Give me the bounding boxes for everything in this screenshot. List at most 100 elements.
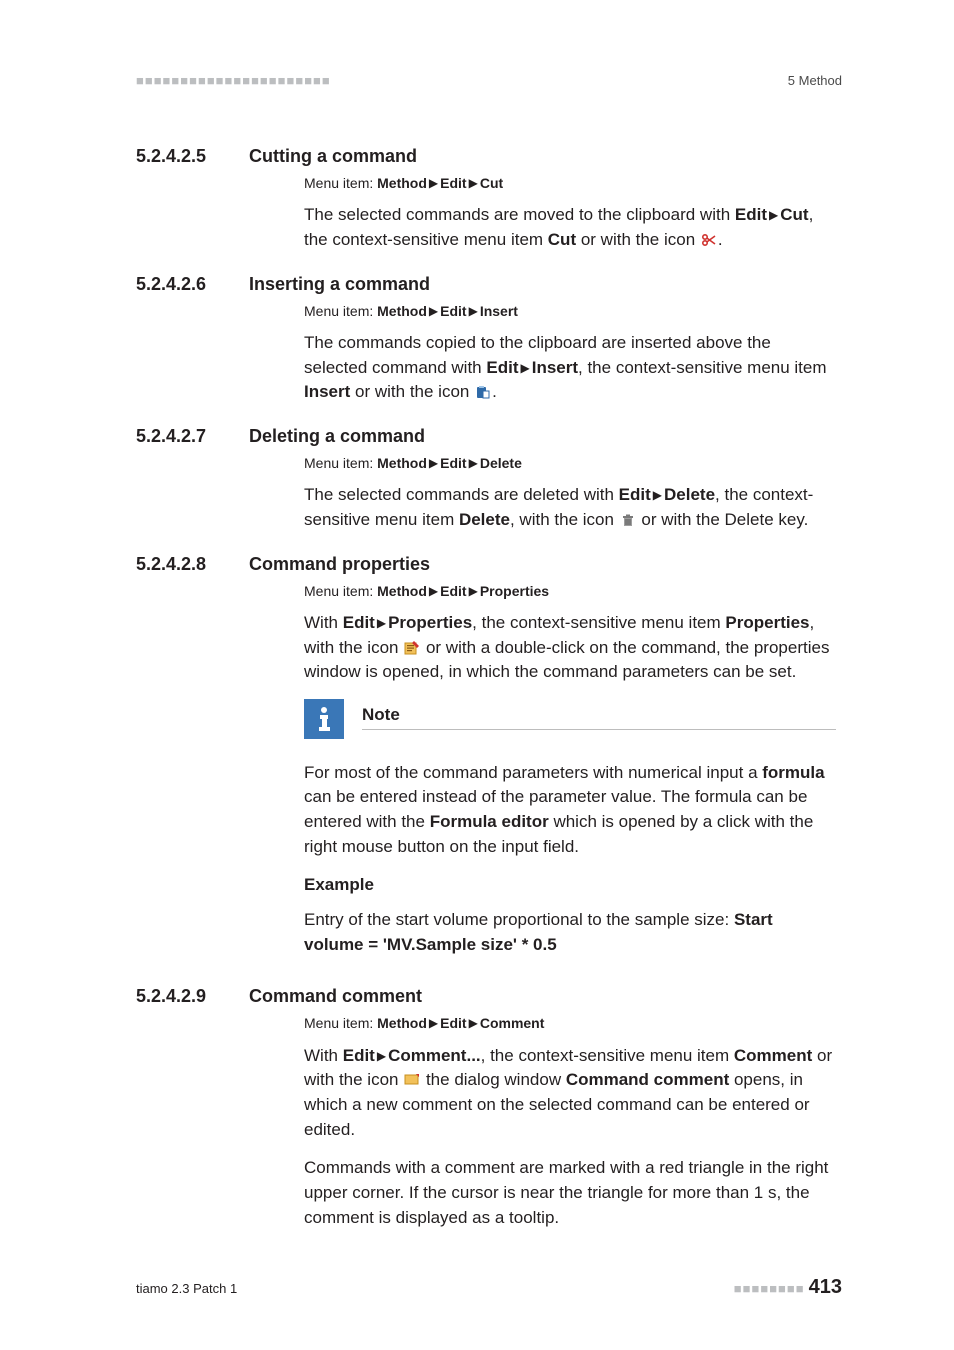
menu-edit: Edit (440, 455, 466, 471)
menu-prefix: Menu item: (304, 583, 377, 599)
triangle-icon: ▶ (429, 1015, 438, 1032)
text: . (492, 382, 497, 401)
section-number: 5.2.4.2.7 (136, 423, 249, 449)
paragraph: The commands copied to the clipboard are… (304, 331, 836, 405)
comment-icon (404, 1070, 420, 1084)
footer-right: ■■■■■■■■ 413 (734, 1273, 842, 1302)
menu-edit: Edit (440, 303, 466, 319)
menu-edit: Edit (440, 175, 466, 191)
triangle-icon: ▶ (469, 1015, 478, 1032)
menu-edit-inline: Edit (343, 613, 375, 632)
note-header: Note (304, 699, 836, 739)
footer-product: tiamo 2.3 Patch 1 (136, 1280, 237, 1299)
paste-icon (475, 382, 491, 396)
example-paragraph: Entry of the start volume proportional t… (304, 908, 836, 957)
paragraph: Commands with a comment are marked with … (304, 1156, 836, 1230)
formula-editor-term: Formula editor (430, 812, 549, 831)
text: Entry of the start volume proportional t… (304, 910, 734, 929)
page: ■■■■■■■■■■■■■■■■■■■■■■ 5 Method 5.2.4.2.… (0, 0, 954, 1350)
menu-properties-inline: Properties (388, 613, 472, 632)
header-chapter: 5 Method (788, 72, 842, 91)
section-title: Cutting a command (249, 143, 417, 169)
paragraph: The selected commands are deleted with E… (304, 483, 836, 532)
formula-term: formula (762, 763, 824, 782)
text: the dialog window (421, 1070, 566, 1089)
triangle-icon: ▶ (469, 583, 478, 600)
trash-icon (620, 510, 636, 524)
section-number: 5.2.4.2.9 (136, 983, 249, 1009)
menu-method: Method (377, 455, 427, 471)
section-cut: 5.2.4.2.5 Cutting a command Menu item: M… (136, 143, 842, 253)
footer-page-number: 413 (809, 1276, 842, 1298)
menu-method: Method (377, 1015, 427, 1031)
menu-path: Menu item: Method▶Edit▶Properties (304, 581, 836, 601)
note-title-wrap: Note (362, 699, 836, 731)
section-insert: 5.2.4.2.6 Inserting a command Menu item:… (136, 271, 842, 405)
triangle-icon: ▶ (653, 487, 662, 504)
menu-prefix: Menu item: (304, 175, 377, 191)
menu-edit: Edit (440, 583, 466, 599)
menu-method: Method (377, 583, 427, 599)
paragraph: With Edit▶Comment..., the context-sensit… (304, 1044, 836, 1143)
menu-properties-inline: Properties (725, 613, 809, 632)
section-heading: 5.2.4.2.6 Inserting a command (136, 271, 842, 297)
menu-last: Cut (480, 175, 503, 191)
text: The selected commands are deleted with (304, 485, 619, 504)
triangle-icon: ▶ (769, 207, 778, 224)
section-title: Deleting a command (249, 423, 425, 449)
menu-edit-inline: Edit (486, 358, 518, 377)
triangle-icon: ▶ (469, 303, 478, 320)
scissors-icon (701, 230, 717, 244)
note-title: Note (362, 703, 836, 731)
note-paragraph: For most of the command parameters with … (304, 761, 836, 860)
text: The selected commands are moved to the c… (304, 205, 735, 224)
menu-last: Insert (480, 303, 518, 319)
note-info-icon (304, 699, 344, 739)
example-heading: Example (304, 873, 836, 898)
section-number: 5.2.4.2.6 (136, 271, 249, 297)
triangle-icon: ▶ (469, 455, 478, 472)
menu-comment-inline: Comment (734, 1046, 812, 1065)
menu-path: Menu item: Method▶Edit▶Cut (304, 173, 836, 193)
text: , the context-sensitive menu item (472, 613, 725, 632)
menu-edit-inline: Edit (343, 1046, 375, 1065)
text: With (304, 1046, 343, 1065)
text: or with the icon (350, 382, 474, 401)
menu-edit-inline: Edit (735, 205, 767, 224)
menu-prefix: Menu item: (304, 303, 377, 319)
paragraph: With Edit▶Properties, the context-sensit… (304, 611, 836, 685)
text: , with the icon (510, 510, 619, 529)
footer-dashes: ■■■■■■■■ (734, 1281, 805, 1296)
section-number: 5.2.4.2.5 (136, 143, 249, 169)
triangle-icon: ▶ (377, 1048, 386, 1065)
menu-method: Method (377, 303, 427, 319)
section-comment: 5.2.4.2.9 Command comment Menu item: Met… (136, 983, 842, 1230)
triangle-icon: ▶ (520, 360, 529, 377)
triangle-icon: ▶ (429, 175, 438, 192)
section-title: Command comment (249, 983, 422, 1009)
note-box: Note For most of the command parameters … (304, 699, 836, 957)
dialog-name: Command comment (566, 1070, 729, 1089)
menu-prefix: Menu item: (304, 1015, 377, 1031)
triangle-icon: ▶ (429, 303, 438, 320)
menu-comment-inline: Comment... (388, 1046, 481, 1065)
menu-insert-inline: Insert (304, 382, 350, 401)
menu-insert-inline: Insert (532, 358, 578, 377)
properties-icon (404, 638, 420, 652)
text: . (718, 230, 723, 249)
menu-edit: Edit (440, 1015, 466, 1031)
menu-last: Properties (480, 583, 549, 599)
section-heading: 5.2.4.2.5 Cutting a command (136, 143, 842, 169)
menu-cut-inline: Cut (780, 205, 808, 224)
triangle-icon: ▶ (429, 455, 438, 472)
paragraph: The selected commands are moved to the c… (304, 203, 836, 252)
menu-method: Method (377, 175, 427, 191)
text: , the context-sensitive menu item (578, 358, 827, 377)
section-heading: 5.2.4.2.8 Command properties (136, 551, 842, 577)
text: For most of the command parameters with … (304, 763, 762, 782)
section-heading: 5.2.4.2.9 Command comment (136, 983, 842, 1009)
page-footer: tiamo 2.3 Patch 1 ■■■■■■■■ 413 (136, 1273, 842, 1302)
triangle-icon: ▶ (377, 615, 386, 632)
menu-delete-inline: Delete (664, 485, 715, 504)
menu-prefix: Menu item: (304, 455, 377, 471)
